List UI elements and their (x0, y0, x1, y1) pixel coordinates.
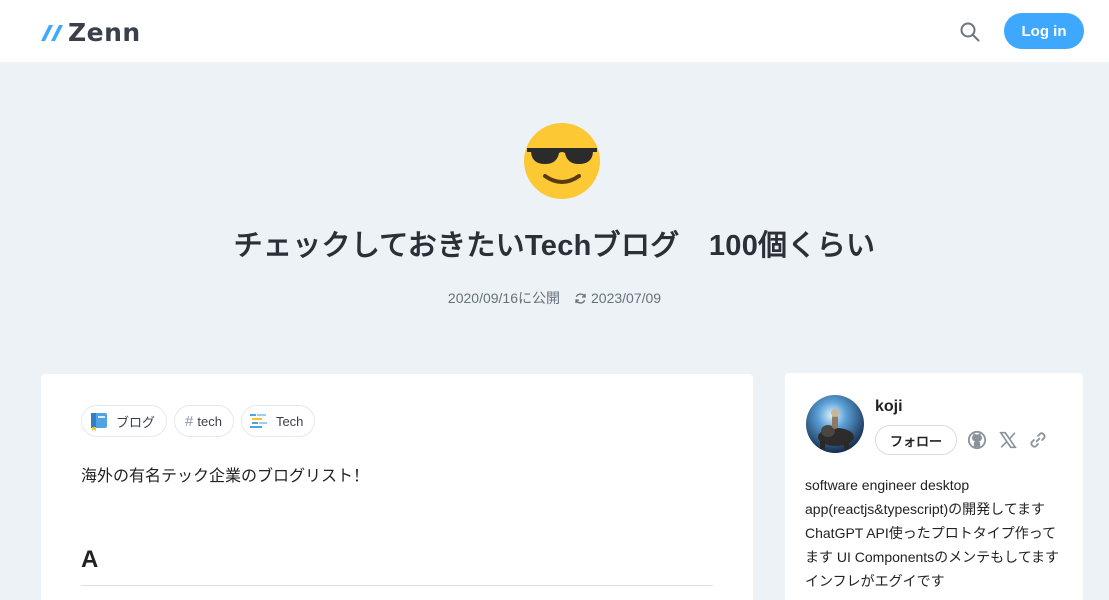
topic-list: ブログ # tech Tech (81, 405, 316, 437)
book-icon (88, 410, 110, 432)
section-heading: A (81, 546, 99, 573)
author-bio: software engineer desktop app(reactjs&ty… (805, 477, 1060, 589)
refresh-icon (575, 292, 586, 304)
author-card: koji フォロー software engineer desktop app(… (785, 373, 1083, 600)
x-twitter-icon[interactable] (997, 429, 1019, 451)
topic-chip-tech-2[interactable]: Tech (240, 405, 316, 437)
topic-chip-blog[interactable]: ブログ (81, 405, 168, 437)
code-lines-icon (248, 410, 270, 432)
site-header: Zenn Log in (0, 0, 1109, 62)
article-body: ブログ # tech Tech 海外の有名テック企業のブログリスト！ A (41, 374, 753, 600)
published-date: 2020/09/16に公開 (447, 290, 560, 306)
topic-label: tech (197, 413, 222, 429)
article-dates: 2020/09/16に公開 2023/07/09 (0, 288, 1109, 308)
topic-label: ブログ (116, 414, 156, 430)
sunglasses-face-icon (523, 122, 601, 200)
updated-date: 2023/07/09 (591, 290, 662, 306)
zenn-logo-mark-icon (41, 25, 63, 41)
avatar[interactable] (806, 395, 864, 453)
follow-button[interactable]: フォロー (875, 425, 957, 455)
article-intro: 海外の有名テック企業のブログリスト！ (81, 468, 370, 485)
search-icon[interactable] (958, 20, 982, 44)
article-title: チェックしておきたいTechブログ 100個くらい (233, 230, 876, 262)
logo-text: Zenn (68, 17, 141, 47)
zenn-logo[interactable]: Zenn (40, 17, 141, 47)
topic-chip-tech[interactable]: # tech (174, 405, 234, 437)
link-icon[interactable] (1027, 429, 1049, 451)
author-name[interactable]: koji (875, 398, 903, 416)
heading-divider (81, 585, 713, 586)
topic-label: Tech (275, 413, 304, 429)
hash-icon: # (185, 412, 194, 430)
login-button[interactable]: Log in (1004, 13, 1084, 49)
github-icon[interactable] (966, 429, 988, 451)
